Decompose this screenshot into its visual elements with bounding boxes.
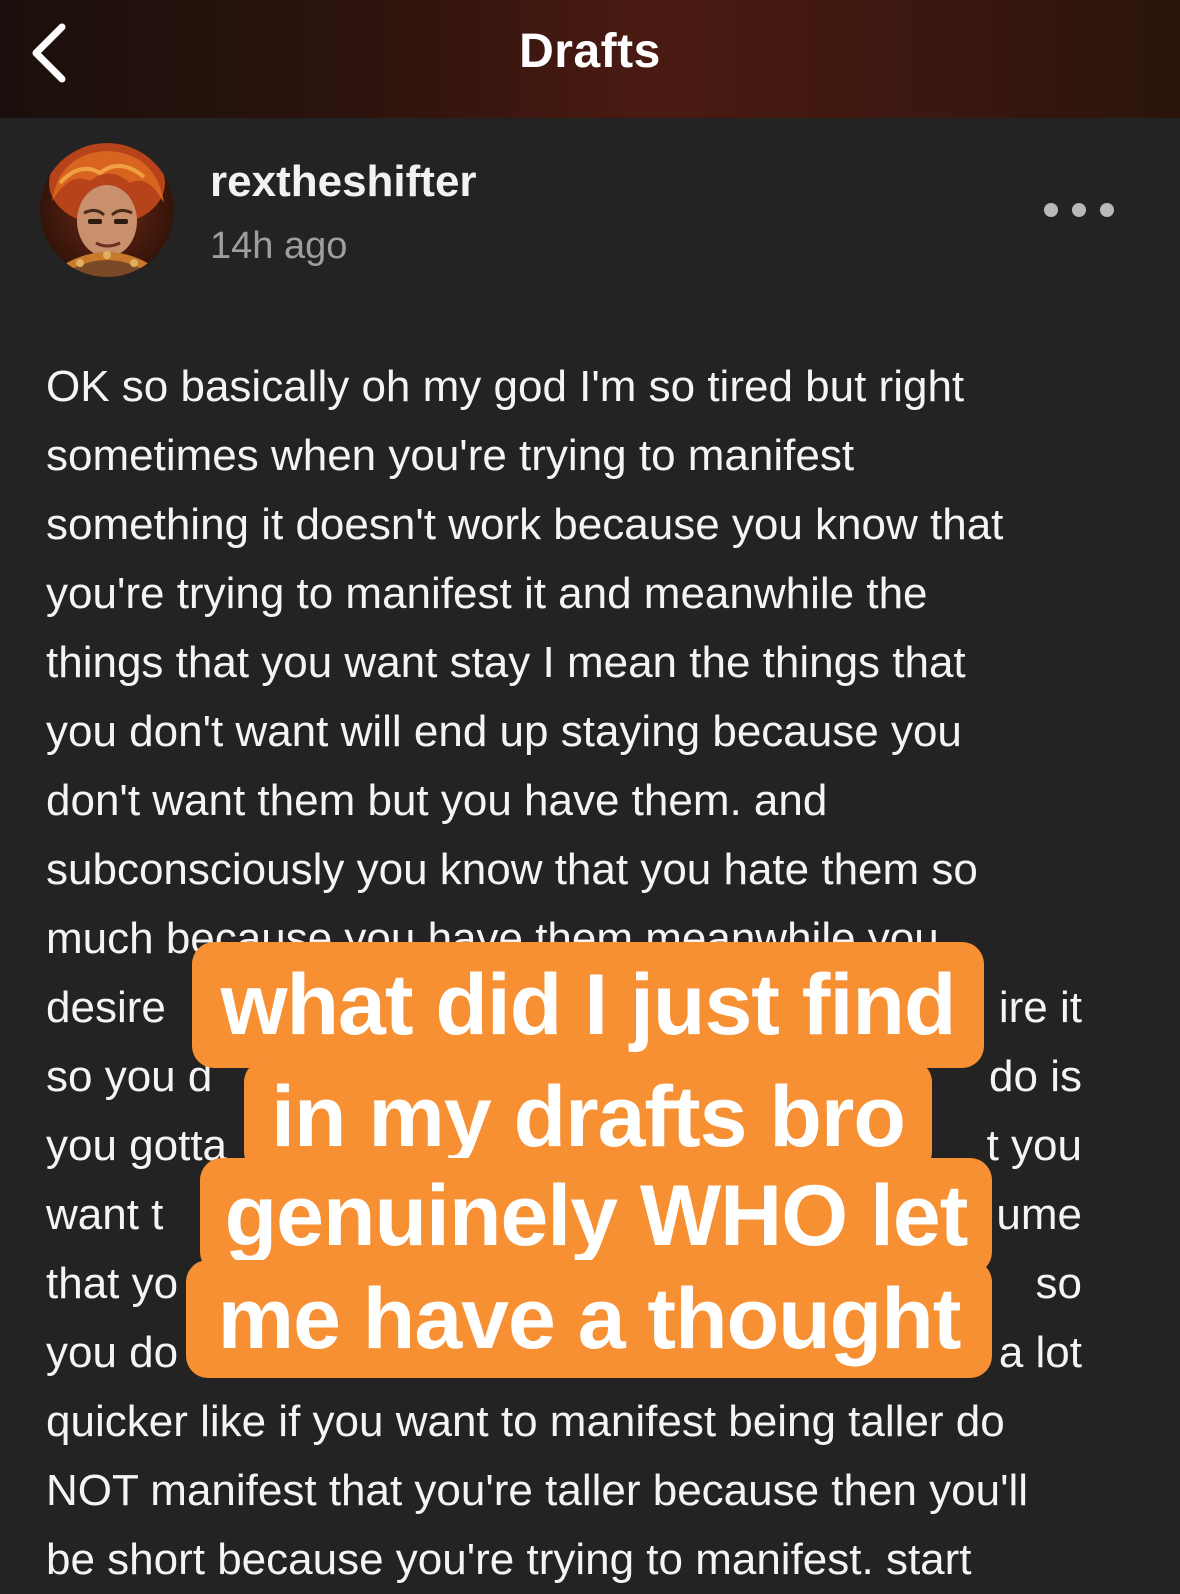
post-username[interactable]: rextheshifter <box>210 157 477 207</box>
caption-line-4: me have a thought <box>186 1260 992 1378</box>
post-body-line-text: NOT manifest that you're taller because … <box>46 1466 1029 1515</box>
post-header: rextheshifter 14h ago <box>40 143 1140 278</box>
post-body-line-text: subconsciously you know that you hate th… <box>46 845 978 894</box>
post-body-line-text: something it doesn't work because you kn… <box>46 500 1004 549</box>
page-title: Drafts <box>519 25 661 78</box>
post-body-line: NOT manifest that you're taller because … <box>46 1456 1136 1525</box>
more-options-button[interactable] <box>1044 195 1114 225</box>
post-body-line: you don't want will end up staying becau… <box>46 697 1136 766</box>
post-body-line: subconsciously you know that you hate th… <box>46 835 1136 904</box>
post-body-line-text: you don't want will end up staying becau… <box>46 707 962 756</box>
post-body-line: don't want them but you have them. and <box>46 766 1136 835</box>
post-body-line: things that you want stay I mean the thi… <box>46 628 1136 697</box>
caption-line-3: genuinely WHO let <box>200 1158 992 1274</box>
post-body-line: be short because you're trying to manife… <box>46 1525 1136 1594</box>
top-navigation-bar: Drafts <box>0 0 1180 118</box>
more-horizontal-icon <box>1072 203 1086 217</box>
post-body-line-text: sometimes when you're trying to manifest <box>46 431 855 480</box>
post-body-line-text: things that you want stay I mean the thi… <box>46 638 966 687</box>
caption-line-2: in my drafts bro <box>244 1060 932 1174</box>
post-body-line: quicker like if you want to manifest bei… <box>46 1387 1136 1456</box>
post-body-line-text: be short because you're trying to manife… <box>46 1535 972 1584</box>
caption-overlay: what did I just find in my drafts bro ge… <box>0 940 1180 1390</box>
post-body-line: sometimes when you're trying to manifest <box>46 421 1136 490</box>
post-body-line: something it doesn't work because you kn… <box>46 490 1136 559</box>
post-body-line-text: OK so basically oh my god I'm so tired b… <box>46 362 965 411</box>
more-horizontal-icon <box>1100 203 1114 217</box>
post-body-line-text: don't want them but you have them. and <box>46 776 828 825</box>
more-horizontal-icon <box>1044 203 1058 217</box>
post-body-line-text: you're trying to manifest it and meanwhi… <box>46 569 928 618</box>
user-avatar[interactable] <box>40 143 174 277</box>
avatar-image <box>40 143 174 277</box>
post-body-line: you're trying to manifest it and meanwhi… <box>46 559 1136 628</box>
caption-line-1: what did I just find <box>192 942 984 1068</box>
post-body-line: OK so basically oh my god I'm so tired b… <box>46 352 1136 421</box>
post-timestamp: 14h ago <box>210 225 348 267</box>
post-body-line-text: quicker like if you want to manifest bei… <box>46 1397 1005 1446</box>
